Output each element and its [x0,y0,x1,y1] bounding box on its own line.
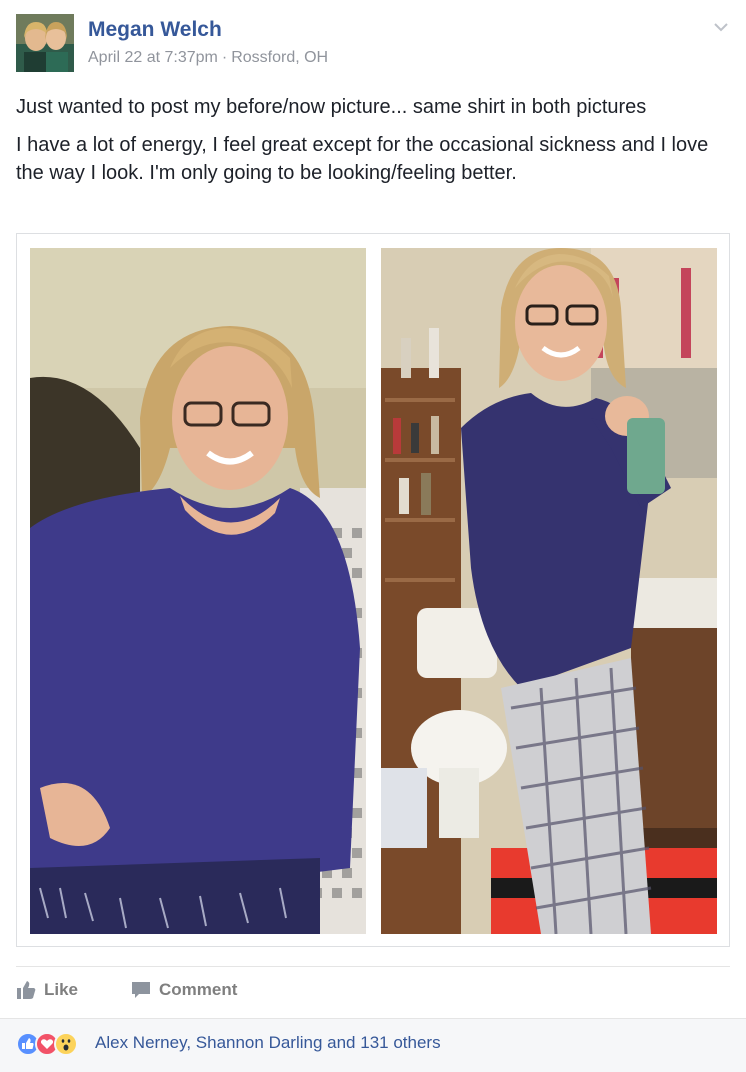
before-photo[interactable] [30,248,366,934]
chevron-down-icon[interactable] [710,16,732,38]
reaction-icons [16,1032,92,1056]
post-paragraph: Just wanted to post my before/now pictur… [16,96,647,118]
meta-separator: · [221,49,228,66]
comment-button[interactable]: Comment [131,975,237,1005]
author-avatar[interactable] [16,14,74,72]
post-meta: April 22 at 7:37pm · Rossford, OH [88,49,328,67]
like-label: Like [44,980,79,999]
actions-divider [16,966,730,967]
author-name[interactable]: Megan Welch [88,18,222,42]
photo-attachment[interactable] [16,233,730,947]
post-paragraph: I have a lot of energy, I feel great exc… [16,134,709,184]
feed-post: Megan Welch April 22 at 7:37pm · Rossford,… [0,0,746,1072]
reactions-summary[interactable]: Alex Nerney, Shannon Darling and 131 oth… [0,1018,746,1072]
wow-icon [54,1032,78,1056]
post-location[interactable]: Rossford, OH [231,49,328,66]
post-header: Megan Welch April 22 at 7:37pm · Rossford,… [16,14,730,74]
thumbs-up-icon [17,981,36,999]
now-photo[interactable] [381,248,717,934]
post-timestamp[interactable]: April 22 at 7:37pm [88,49,218,66]
reaction-names[interactable]: Alex Nerney, Shannon Darling and 131 oth… [95,1033,441,1053]
comment-icon [132,982,150,998]
comment-label: Comment [159,980,238,999]
post-text: Just wanted to post my before/now pictur… [16,93,728,197]
like-button[interactable]: Like [16,975,78,1005]
